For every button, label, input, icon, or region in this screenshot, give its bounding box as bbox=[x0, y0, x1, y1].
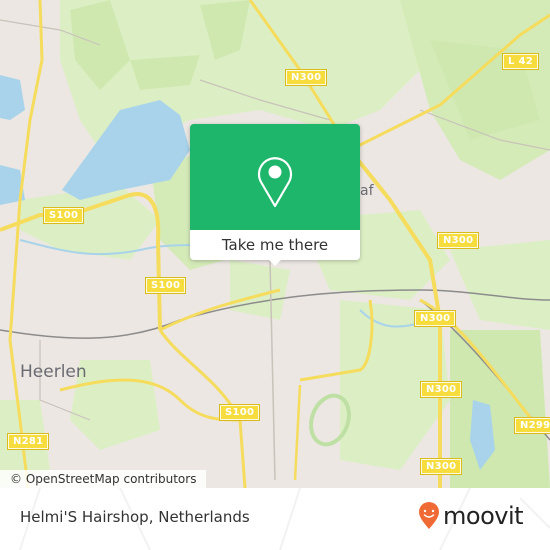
moovit-pin-icon bbox=[419, 502, 439, 529]
road-shield-n299: N299 bbox=[513, 417, 550, 434]
road-shield-n281: N281 bbox=[6, 433, 50, 450]
road-shield-s100: S100 bbox=[218, 404, 261, 421]
road-shield-s100: S100 bbox=[42, 207, 85, 224]
place-title: Helmi'S Hairshop, Netherlands bbox=[20, 508, 250, 526]
forest-area bbox=[130, 55, 200, 90]
forest-area bbox=[230, 260, 290, 320]
location-popup: Take me there bbox=[190, 124, 360, 266]
place-label-partial: af bbox=[360, 183, 374, 199]
major-road bbox=[293, 384, 302, 481]
road-shield-s100: S100 bbox=[144, 277, 187, 294]
road-shield-l42: L 42 bbox=[502, 53, 539, 70]
moovit-logo[interactable]: moovit bbox=[418, 502, 524, 530]
lake bbox=[0, 75, 25, 120]
road-shield-n300: N300 bbox=[419, 381, 463, 398]
map-pin-icon bbox=[257, 157, 293, 208]
popup-pointer bbox=[267, 258, 283, 266]
take-me-there-button[interactable]: Take me there bbox=[190, 230, 360, 260]
footer: Helmi'S Hairshop, Netherlands moovit bbox=[0, 488, 550, 550]
forest-area bbox=[450, 330, 550, 488]
map-canvas[interactable]: S100 S100 S100 N300 N300 N300 N300 N300 … bbox=[0, 0, 550, 488]
moovit-wordmark: moovit bbox=[443, 502, 524, 530]
popup-header bbox=[190, 124, 360, 230]
forest-area bbox=[450, 240, 550, 330]
road-shield-n300: N300 bbox=[419, 458, 463, 475]
road-shield-n300: N300 bbox=[413, 310, 457, 327]
road-shield-n300: N300 bbox=[436, 232, 480, 249]
place-label-heerlen: Heerlen bbox=[20, 362, 87, 382]
road-shield-n300: N300 bbox=[284, 69, 328, 86]
map-attribution[interactable]: © OpenStreetMap contributors bbox=[0, 470, 207, 488]
